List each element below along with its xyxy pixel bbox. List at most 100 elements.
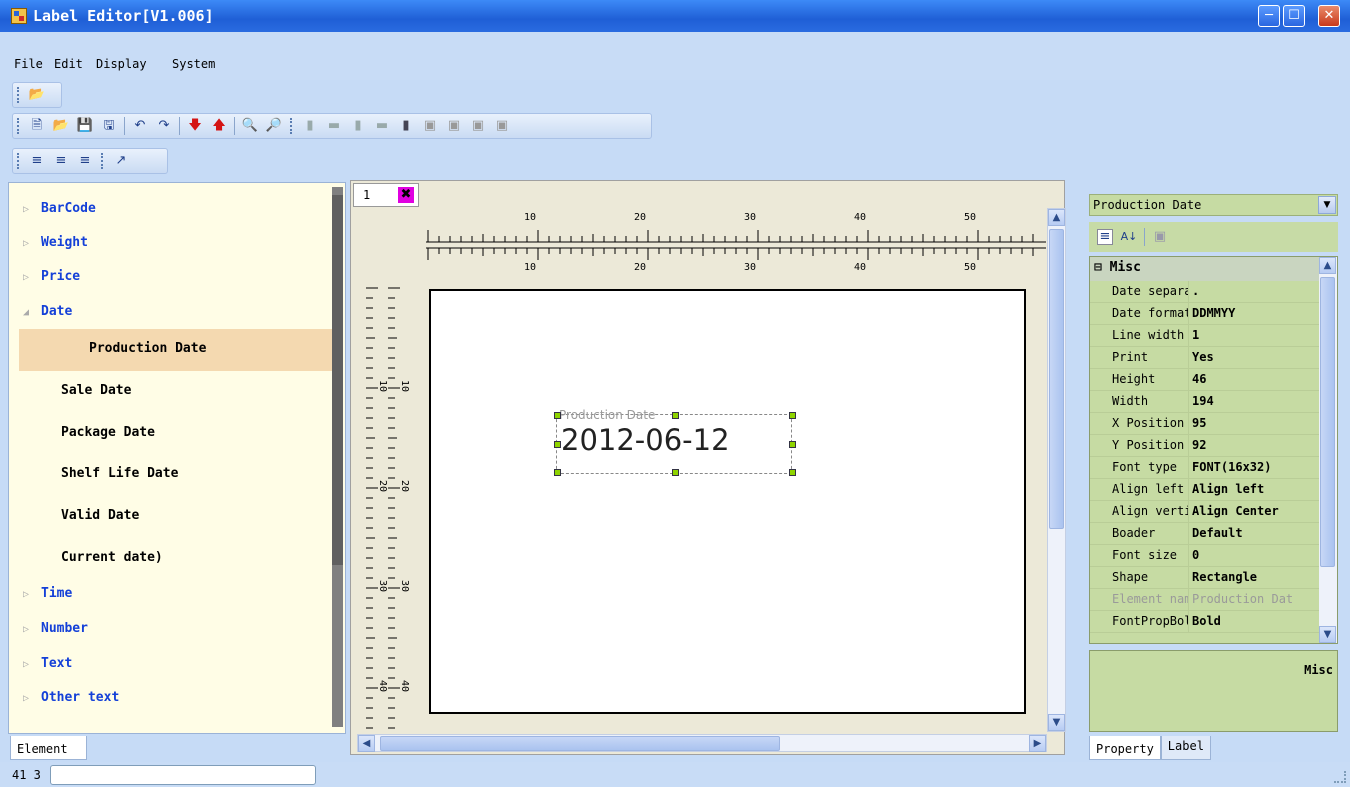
save-as-icon[interactable]: 🖫 xyxy=(101,118,117,134)
resize-handle[interactable] xyxy=(554,412,561,419)
menu-file[interactable]: File xyxy=(14,57,43,71)
property-row[interactable]: Height 46 xyxy=(1090,369,1337,391)
property-row[interactable]: Date separa. xyxy=(1090,281,1337,303)
zoom-in-icon[interactable]: 🔍 xyxy=(242,118,258,134)
page-tab[interactable]: 1 ✖ xyxy=(353,183,419,207)
property-pages-icon[interactable]: ▣ xyxy=(1152,229,1168,245)
property-row[interactable]: Shape Rectangle xyxy=(1090,567,1337,589)
image4-icon[interactable]: ▣ xyxy=(494,118,510,134)
scrollbar-thumb[interactable] xyxy=(332,195,343,565)
image1-icon[interactable]: ▣ xyxy=(422,118,438,134)
scroll-down-icon[interactable]: ▼ xyxy=(1319,626,1336,643)
property-value[interactable]: . xyxy=(1188,281,1337,303)
property-value[interactable]: Align left xyxy=(1188,479,1337,501)
scrollbar-thumb[interactable] xyxy=(380,736,780,751)
object-selector[interactable]: Production Date ▼ xyxy=(1089,194,1338,216)
categorized-icon[interactable]: ≡ xyxy=(1097,229,1113,245)
resize-handle[interactable] xyxy=(789,441,796,448)
scroll-left-icon[interactable]: ◀ xyxy=(358,735,375,752)
property-row[interactable]: Print Yes xyxy=(1090,347,1337,369)
tree-item-production-date[interactable]: Production Date xyxy=(89,341,206,356)
tree-category-weight[interactable]: ▷ Weight xyxy=(23,235,88,250)
designer-horizontal-scrollbar[interactable]: ◀ ▶ xyxy=(357,734,1047,752)
resize-grip-icon[interactable] xyxy=(1334,771,1346,783)
toolbar-grip[interactable] xyxy=(17,87,20,103)
toolbar-grip[interactable] xyxy=(17,118,20,134)
scroll-down-icon[interactable]: ▼ xyxy=(1048,714,1065,731)
property-value[interactable]: Rectangle xyxy=(1188,567,1337,589)
property-row[interactable]: Element nam Production Dat xyxy=(1090,589,1337,611)
date-element[interactable]: Production Date 2012-06-12 xyxy=(554,408,796,476)
property-value[interactable]: DDMMYY xyxy=(1188,303,1337,325)
property-row[interactable]: Align verti Align Center xyxy=(1090,501,1337,523)
text-center-icon[interactable]: ≡ xyxy=(53,153,69,169)
chevron-down-icon[interactable]: ▼ xyxy=(1318,196,1336,214)
resize-handle[interactable] xyxy=(672,412,679,419)
same-size-icon[interactable]: ▮ xyxy=(398,118,414,134)
tree-item-package-date[interactable]: Package Date xyxy=(61,425,155,440)
property-row[interactable]: Y Position 92 xyxy=(1090,435,1337,457)
property-row[interactable]: Align left Align left xyxy=(1090,479,1337,501)
property-row[interactable]: Boader Default xyxy=(1090,523,1337,545)
tree-category-time[interactable]: ▷ Time xyxy=(23,586,72,601)
toolbar-grip[interactable] xyxy=(17,153,20,169)
open-icon[interactable]: 📂 xyxy=(53,118,69,134)
property-value[interactable]: FONT(16x32) xyxy=(1188,457,1337,479)
tree-item-sale-date[interactable]: Sale Date xyxy=(61,383,131,398)
toolbar-grip[interactable] xyxy=(290,118,293,134)
property-row[interactable]: FontPropBol Bold xyxy=(1090,611,1337,633)
property-value[interactable]: 0 xyxy=(1188,545,1337,567)
align-left-edge-icon[interactable]: ▮ xyxy=(302,118,318,134)
scrollbar-thumb[interactable] xyxy=(1049,229,1064,529)
tree-scrollbar[interactable] xyxy=(332,187,343,727)
tab-element[interactable]: Element xyxy=(10,736,87,760)
property-grid[interactable]: ⊟ Misc Date separa. Date format DDMMYY Line… xyxy=(1089,256,1338,644)
property-value[interactable]: 95 xyxy=(1188,413,1337,435)
menu-system[interactable]: System xyxy=(172,57,215,71)
property-category[interactable]: ⊟ Misc xyxy=(1090,257,1337,281)
redo-icon[interactable]: ↷ xyxy=(156,118,172,134)
tab-label[interactable]: Label xyxy=(1160,736,1211,760)
tree-category-other-text[interactable]: ▷ Other text xyxy=(23,690,119,705)
move-up-icon[interactable]: 🡅 xyxy=(211,118,227,134)
designer-vertical-scrollbar[interactable]: ▲ ▼ xyxy=(1047,208,1066,732)
align-top-edge-icon[interactable]: ▬ xyxy=(326,118,342,134)
tree-item-valid-date[interactable]: Valid Date xyxy=(61,508,139,523)
title-bar[interactable]: Label Editor[V1.006] ─ ☐ ✕ xyxy=(0,0,1350,32)
pointer-icon[interactable]: ↗ xyxy=(113,153,129,169)
property-row[interactable]: Date format DDMMYY xyxy=(1090,303,1337,325)
property-row[interactable]: Width 194 xyxy=(1090,391,1337,413)
property-value[interactable]: Production Dat xyxy=(1188,589,1337,611)
property-row[interactable]: Font size 0 xyxy=(1090,545,1337,567)
sort-alphabetical-icon[interactable]: A↓ xyxy=(1121,229,1138,245)
property-value[interactable]: 1 xyxy=(1188,325,1337,347)
tree-category-price[interactable]: ▷ Price xyxy=(23,269,80,284)
scroll-right-icon[interactable]: ▶ xyxy=(1029,735,1046,752)
new-icon[interactable]: 🗎 xyxy=(29,118,45,134)
resize-handle[interactable] xyxy=(554,469,561,476)
text-right-icon[interactable]: ≡ xyxy=(77,153,93,169)
close-button[interactable]: ✕ xyxy=(1318,5,1340,27)
tab-property[interactable]: Property xyxy=(1089,736,1161,760)
scroll-up-icon[interactable]: ▲ xyxy=(1319,257,1336,274)
property-value[interactable]: 92 xyxy=(1188,435,1337,457)
align-right-edge-icon[interactable]: ▮ xyxy=(350,118,366,134)
property-value[interactable]: Default xyxy=(1188,523,1337,545)
property-value[interactable]: 46 xyxy=(1188,369,1337,391)
property-row[interactable]: Line width 1 xyxy=(1090,325,1337,347)
toolbar-grip[interactable] xyxy=(101,153,104,169)
open-icon[interactable]: 📂 xyxy=(29,87,45,103)
scrollbar-thumb[interactable] xyxy=(1320,277,1335,567)
tree-item-shelf-life-date[interactable]: Shelf Life Date xyxy=(61,466,178,481)
zoom-out-icon[interactable]: 🔎 xyxy=(266,118,282,134)
save-icon[interactable]: 💾 xyxy=(77,118,93,134)
align-bottom-edge-icon[interactable]: ▬ xyxy=(374,118,390,134)
resize-handle[interactable] xyxy=(554,441,561,448)
resize-handle[interactable] xyxy=(789,412,796,419)
property-value[interactable]: 194 xyxy=(1188,391,1337,413)
text-left-icon[interactable]: ≡ xyxy=(29,153,45,169)
maximize-button[interactable]: ☐ xyxy=(1283,5,1305,27)
property-scrollbar[interactable]: ▲ ▼ xyxy=(1319,257,1337,643)
property-value[interactable]: Yes xyxy=(1188,347,1337,369)
property-row[interactable]: X Position 95 xyxy=(1090,413,1337,435)
